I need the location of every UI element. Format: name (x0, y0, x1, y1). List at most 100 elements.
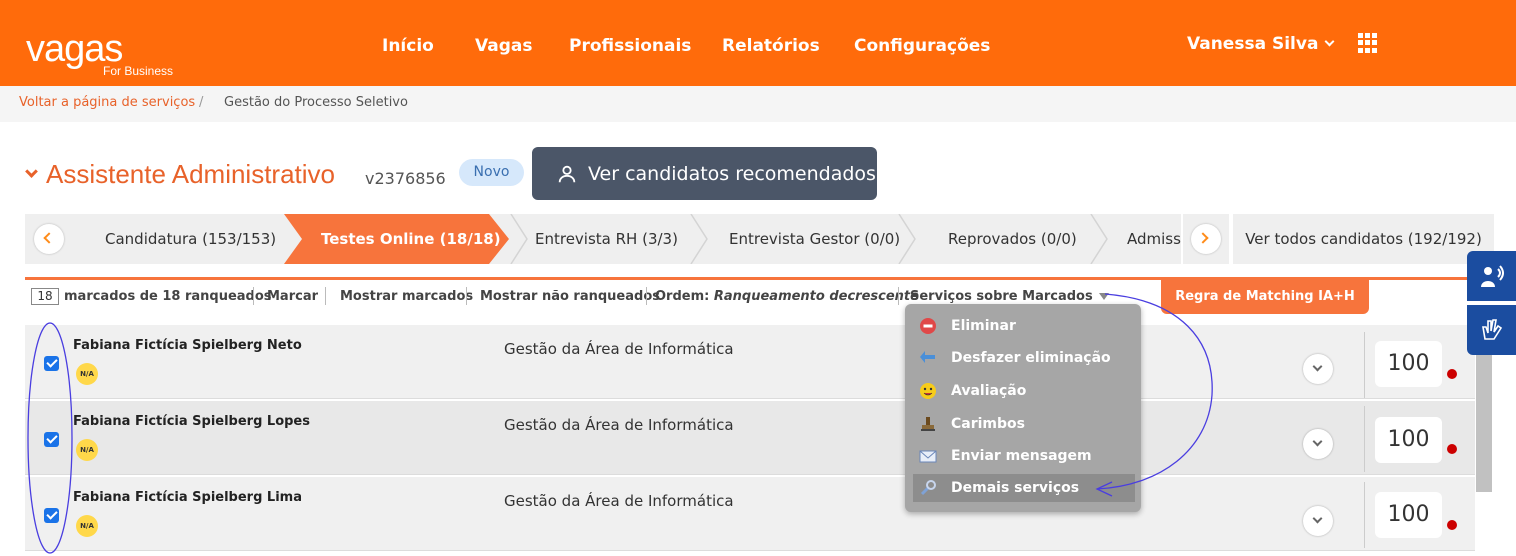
match-score: 100 (1375, 492, 1442, 538)
tab-separator (510, 214, 528, 264)
menu-item-label: Eliminar (951, 318, 1016, 334)
chevron-down-icon (1324, 36, 1335, 47)
table-row[interactable] (25, 477, 1475, 551)
undo-arrow-icon (920, 351, 935, 363)
expand-row-button[interactable] (1303, 429, 1333, 459)
tab-entrevista-rh[interactable]: Entrevista RH (3/3) (535, 214, 678, 264)
nav-inicio[interactable]: Início (382, 36, 434, 56)
tab-ver-todos[interactable]: Ver todos candidatos (192/192) (1233, 214, 1494, 264)
toolbar-divider (898, 287, 899, 305)
services-dropdown-menu: Eliminar Desfazer eliminação Avaliação C… (905, 304, 1141, 512)
score-divider (1364, 482, 1365, 548)
nav-relatorios[interactable]: Relatórios (722, 36, 820, 56)
user-name: Vanessa Silva (1187, 34, 1319, 54)
menu-item-demais-servicos[interactable]: Demais serviços (913, 474, 1135, 502)
toolbar-divider (253, 287, 254, 305)
row-checkbox[interactable] (44, 432, 59, 447)
menu-item-label: Avaliação (951, 383, 1027, 399)
services-label: Serviços sobre Marcados (910, 289, 1093, 304)
user-menu[interactable]: Vanessa Silva (1187, 34, 1335, 54)
logo-word: vagas (26, 28, 123, 70)
show-marked-button[interactable]: Mostrar marcados (340, 289, 473, 304)
table-row[interactable] (25, 401, 1475, 475)
breadcrumb-separator: / (199, 95, 204, 110)
tab-separator (898, 214, 916, 264)
nav-configuracoes[interactable]: Configurações (854, 36, 990, 56)
order-selector[interactable]: Ordem: Ranqueamento decrescente (655, 289, 919, 304)
expand-row-button[interactable] (1303, 354, 1333, 384)
row-checkbox[interactable] (44, 508, 59, 523)
matching-rule-button[interactable]: Regra de Matching IA+H (1161, 280, 1369, 314)
chevron-down-icon (1312, 436, 1323, 447)
menu-item-avaliacao[interactable]: Avaliação (913, 377, 1135, 405)
caret-down-icon (1098, 293, 1109, 300)
na-badge: N/A (76, 515, 98, 537)
tabs-prev-button[interactable] (34, 224, 64, 254)
user-icon (558, 165, 576, 182)
marcar-button[interactable]: Marcar (267, 289, 318, 304)
services-dropdown-trigger[interactable]: Serviços sobre Marcados (910, 289, 1109, 304)
show-unranked-button[interactable]: Mostrar não ranqueados (480, 289, 660, 304)
toolbar-divider (646, 287, 647, 305)
expand-row-button[interactable] (1303, 506, 1333, 536)
tab-testes-online[interactable]: Testes Online (18/18) (321, 214, 501, 264)
smiley-icon (920, 383, 936, 399)
menu-item-label: Enviar mensagem (951, 448, 1092, 464)
menu-item-eliminar[interactable]: Eliminar (913, 312, 1135, 340)
chevron-left-icon (43, 232, 55, 244)
chevron-right-icon (1197, 232, 1209, 244)
candidate-name[interactable]: Fabiana Fictícia Spielberg Neto (73, 338, 302, 353)
nav-profissionais[interactable]: Profissionais (569, 36, 691, 56)
grid-icon[interactable] (1358, 33, 1378, 53)
tab-admissao[interactable]: Admissã (1127, 214, 1181, 264)
menu-item-desfazer[interactable]: Desfazer eliminação (913, 344, 1135, 372)
tab-reprovados[interactable]: Reprovados (0/0) (948, 214, 1077, 264)
match-score: 100 (1375, 341, 1442, 387)
tab-separator (690, 214, 708, 264)
status-dot (1447, 520, 1457, 530)
sign-language-button[interactable] (1467, 305, 1516, 355)
score-divider (1364, 332, 1365, 398)
tab-candidatura[interactable]: Candidatura (153/153) (105, 214, 276, 264)
chevron-down-icon (1312, 513, 1323, 524)
toolbar-divider (325, 287, 326, 305)
candidate-area: Gestão da Área de Informática (504, 492, 734, 510)
speaker-icon (1481, 265, 1504, 287)
tabs-next-button[interactable] (1191, 224, 1221, 254)
na-badge: N/A (76, 439, 98, 461)
breadcrumb-current: Gestão do Processo Seletivo (224, 95, 408, 110)
remove-icon (920, 318, 936, 334)
menu-item-carimbos[interactable]: Carimbos (913, 410, 1135, 438)
vagas-logo[interactable]: vagas For Business (26, 28, 173, 78)
page-title: Assistente Administrativo (46, 159, 336, 189)
nav-vagas[interactable]: Vagas (475, 36, 532, 56)
status-dot (1447, 444, 1457, 454)
audio-accessibility-button[interactable] (1467, 251, 1516, 301)
menu-item-label: Demais serviços (951, 480, 1080, 496)
status-badge: Novo (459, 159, 524, 186)
recommended-candidates-button[interactable]: Ver candidatos recomendados (532, 147, 877, 200)
toolbar-divider (466, 287, 467, 305)
tab-separator (1090, 214, 1108, 264)
recommended-button-label: Ver candidatos recomendados (588, 162, 876, 185)
collapse-chevron-icon[interactable] (25, 165, 38, 178)
menu-item-label: Desfazer eliminação (951, 350, 1111, 366)
row-checkbox[interactable] (44, 356, 59, 371)
table-row[interactable] (25, 325, 1475, 399)
logo-subtitle: For Business (103, 64, 174, 78)
envelope-icon (919, 450, 937, 463)
candidate-name[interactable]: Fabiana Fictícia Spielberg Lima (73, 490, 302, 505)
match-score: 100 (1375, 417, 1442, 463)
tab-entrevista-gestor[interactable]: Entrevista Gestor (0/0) (729, 214, 900, 264)
menu-item-enviar-mensagem[interactable]: Enviar mensagem (913, 442, 1135, 470)
candidate-name[interactable]: Fabiana Fictícia Spielberg Lopes (73, 414, 310, 429)
status-dot (1447, 369, 1457, 379)
stage-tabs: Candidatura (153/153) Testes Online (18/… (25, 214, 1181, 264)
hand-sign-icon (1482, 319, 1503, 340)
na-badge: N/A (76, 363, 98, 385)
stamp-icon (921, 417, 935, 431)
score-divider (1364, 406, 1365, 472)
order-label: Ordem: (655, 289, 710, 304)
chevron-down-icon (1312, 361, 1323, 372)
breadcrumb-back-link[interactable]: Voltar a página de serviços (19, 95, 195, 110)
